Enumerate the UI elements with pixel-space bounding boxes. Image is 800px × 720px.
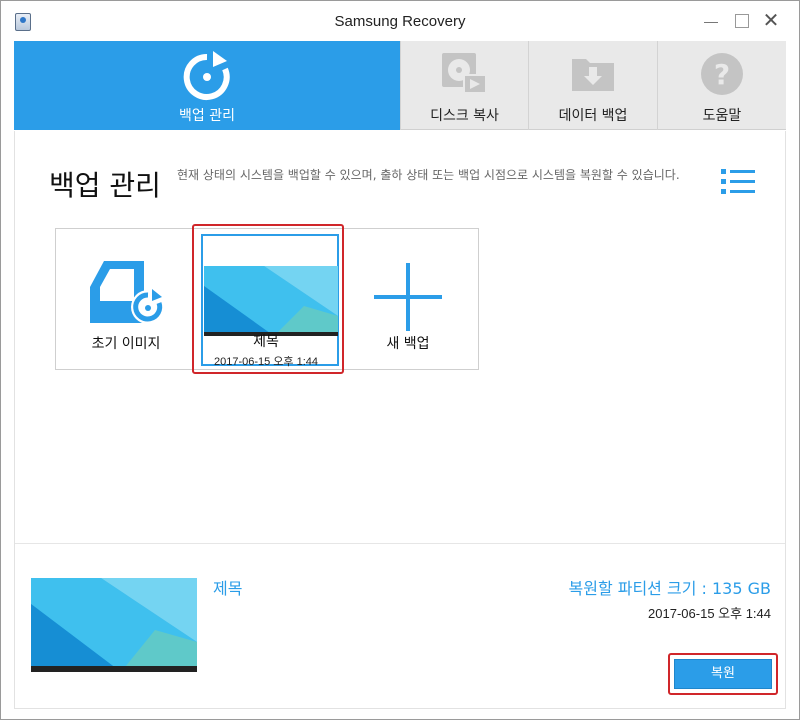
tab-label: 도움말 bbox=[702, 108, 742, 124]
divider bbox=[15, 543, 785, 544]
main-content: 백업 관리 현재 상태의 시스템을 백업할 수 있으며, 출하 상태 또는 백업… bbox=[14, 131, 786, 709]
svg-text:?: ? bbox=[714, 58, 730, 91]
highlight-annotation bbox=[192, 224, 344, 374]
backup-name: 제목 bbox=[213, 579, 243, 598]
app-window: Samsung Recovery ✕ 백업 관리 디스크 복사 데이터 백업 ?… bbox=[0, 0, 800, 720]
tab-label: 백업 관리 bbox=[179, 108, 235, 124]
tab-label: 디스크 복사 bbox=[430, 108, 499, 124]
new-backup-card[interactable]: 새 백업 bbox=[338, 229, 478, 369]
tab-label: 데이터 백업 bbox=[558, 108, 628, 124]
tab-backup-management[interactable]: 백업 관리 bbox=[14, 41, 400, 130]
close-button[interactable]: ✕ bbox=[757, 7, 785, 33]
disk-copy-icon bbox=[441, 53, 487, 94]
partition-size: 복원할 파티션 크기 : 135 GB bbox=[568, 579, 772, 598]
restore-highlight: 복원 bbox=[668, 653, 778, 695]
backup-preview-image bbox=[31, 578, 197, 672]
title-bar: Samsung Recovery ✕ bbox=[1, 1, 799, 41]
data-backup-icon bbox=[572, 59, 614, 91]
restore-icon bbox=[183, 51, 230, 100]
card-label: 초기 이미지 bbox=[91, 336, 161, 352]
backup-date: 2017-06-15 오후 1:44 bbox=[648, 606, 771, 621]
initial-image-icon bbox=[90, 261, 165, 324]
restore-button[interactable]: 복원 bbox=[674, 659, 772, 689]
list-view-icon[interactable] bbox=[721, 167, 755, 197]
tab-data-backup[interactable]: 데이터 백업 bbox=[528, 41, 657, 130]
plus-icon bbox=[374, 263, 442, 331]
card-label: 새 백업 bbox=[386, 336, 430, 352]
minimize-button[interactable] bbox=[697, 7, 725, 33]
page-title: 백업 관리 bbox=[49, 169, 161, 202]
page-description: 현재 상태의 시스템을 백업할 수 있으며, 출하 상태 또는 백업 시점으로 … bbox=[177, 168, 680, 182]
nav-bar: 백업 관리 디스크 복사 데이터 백업 ? 도움말 bbox=[14, 41, 786, 130]
maximize-button[interactable] bbox=[727, 7, 755, 33]
help-icon: ? bbox=[701, 53, 743, 95]
window-title: Samsung Recovery bbox=[334, 13, 466, 30]
initial-image-card[interactable]: 초기 이미지 bbox=[56, 229, 196, 369]
tab-disk-copy[interactable]: 디스크 복사 bbox=[400, 41, 528, 130]
tab-help[interactable]: ? 도움말 bbox=[657, 41, 786, 130]
